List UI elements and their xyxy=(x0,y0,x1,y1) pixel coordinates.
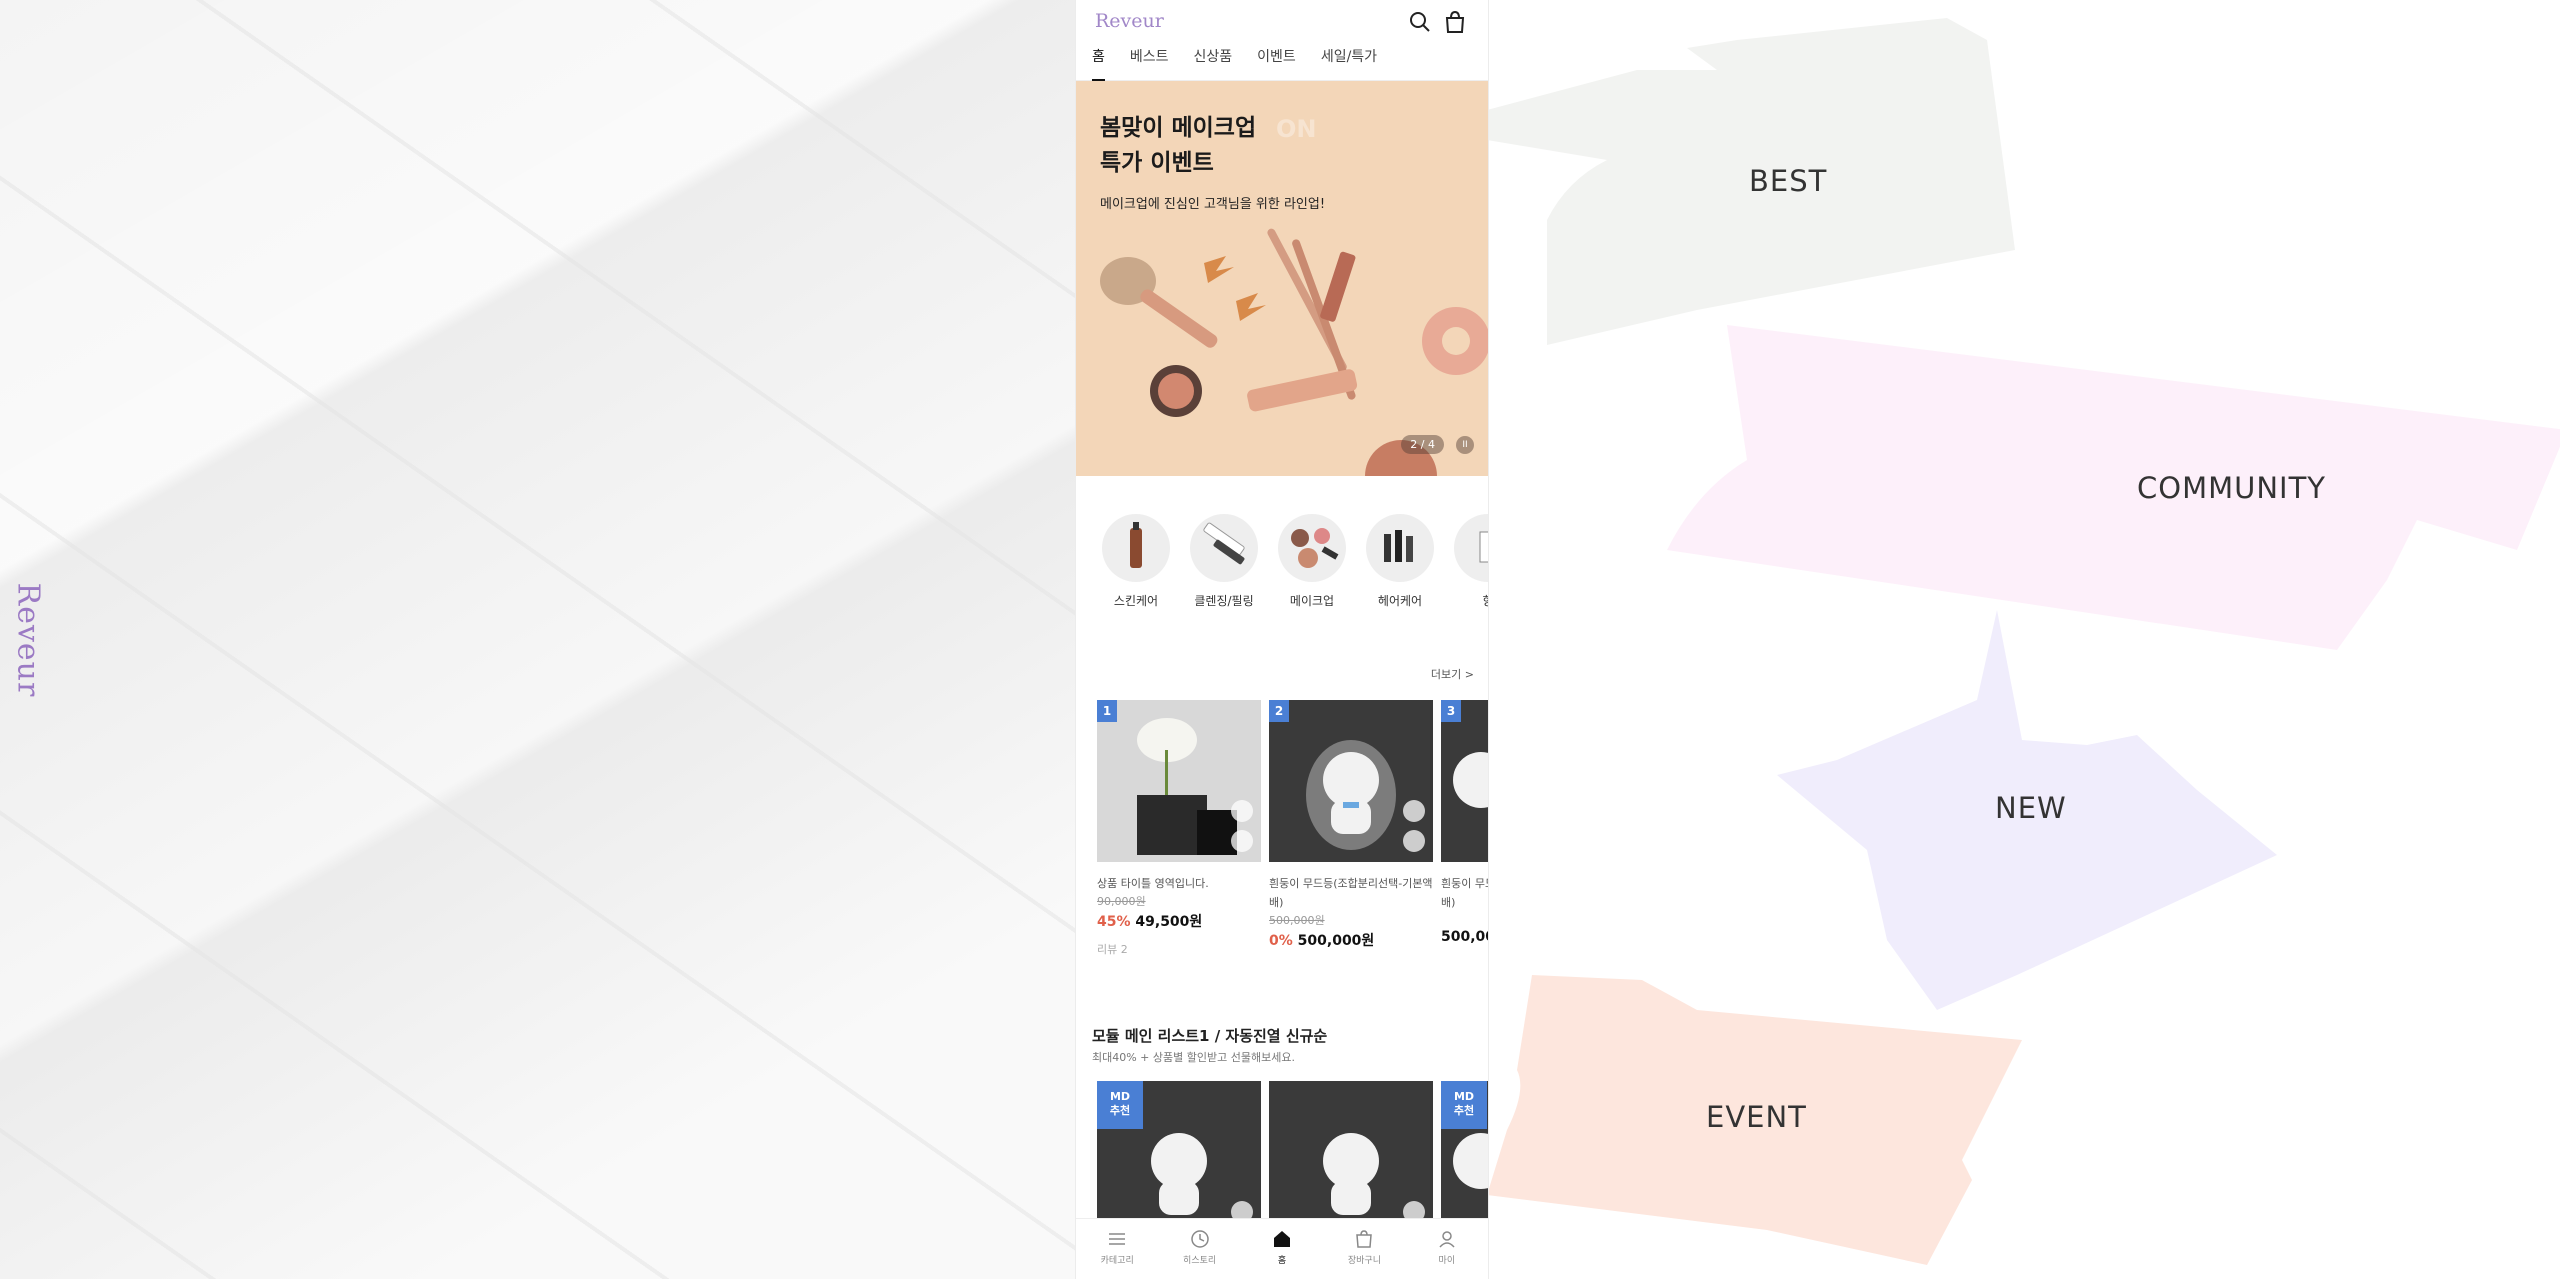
banner-pager: 2 / 4 xyxy=(1401,435,1444,454)
best-product-list: 1 상품 타이틀 영역입니다. 90,000원 45% 49,500원 리뷰 2… xyxy=(1076,700,1488,960)
section-subtitle: 최대40% + 상품별 할인받고 선물해보세요. xyxy=(1092,1051,1295,1064)
category-list: 스킨케어 클렌징/필링 메이크업 헤어케어 향 xyxy=(1076,476,1488,636)
nav-label: 홈 xyxy=(1277,1256,1287,1266)
makeup-thumb xyxy=(1278,514,1346,582)
rank-badge: 1 xyxy=(1097,700,1117,722)
search-icon[interactable] xyxy=(1409,11,1433,35)
md-badge: MD 추천 xyxy=(1097,1081,1143,1129)
product-image: 3 xyxy=(1441,700,1488,862)
product-card[interactable]: 1 상품 타이틀 영역입니다. 90,000원 45% 49,500원 리뷰 2 xyxy=(1097,700,1261,957)
rank-badge: 2 xyxy=(1269,700,1289,722)
category-skincare[interactable]: 스킨케어 xyxy=(1097,514,1175,609)
community-shape[interactable] xyxy=(1667,320,2560,660)
category-makeup[interactable]: 메이크업 xyxy=(1273,514,1351,609)
md-badge-line2: 추천 xyxy=(1453,1104,1475,1117)
md-badge-line2: 추천 xyxy=(1109,1104,1131,1117)
md-badge: MD 추천 xyxy=(1441,1081,1487,1129)
nav-home[interactable]: 홈 xyxy=(1241,1219,1323,1279)
community-label[interactable]: COMMUNITY xyxy=(2137,471,2326,505)
nav-label: 카테고리 xyxy=(1100,1256,1134,1266)
heart-icon[interactable] xyxy=(1231,800,1253,822)
banner-title-line1: 봄맞이 메이크업 xyxy=(1100,115,1257,141)
md-product-list: MD 추천 MD 추천 xyxy=(1076,1081,1488,1243)
main-tabs: 홈 베스트 신상품 이벤트 세일/특가 xyxy=(1076,44,1488,81)
more-link[interactable]: 더보기 > xyxy=(1431,666,1474,682)
sale-price: 500,000원 xyxy=(1297,933,1375,949)
haircare-thumb xyxy=(1366,514,1434,582)
nav-my[interactable]: 마이 xyxy=(1406,1219,1488,1279)
original-price: 500,000원 xyxy=(1269,914,1325,927)
nav-category[interactable]: 카테고리 xyxy=(1076,1219,1158,1279)
cart-add-icon[interactable] xyxy=(1231,830,1253,852)
banner-title-line2: 특가 이벤트 xyxy=(1100,150,1214,176)
tab-sale[interactable]: 세일/특가 xyxy=(1321,44,1377,79)
md-badge-line1: MD xyxy=(1453,1090,1475,1103)
cart-icon[interactable] xyxy=(1444,10,1468,35)
price-row: 500,000원 xyxy=(1441,926,1488,946)
cart-add-icon[interactable] xyxy=(1403,830,1425,852)
best-label[interactable]: BEST xyxy=(1749,164,1827,198)
mobile-frame: Reveur 홈 베스트 신상품 이벤트 세일/특가 ON 봄맞이 메이크업 특… xyxy=(1075,0,1489,1279)
history-icon xyxy=(1190,1230,1209,1248)
price-row: 45% 49,500원 xyxy=(1097,911,1261,931)
product-image: 2 xyxy=(1269,700,1433,862)
product-name: 흰둥이 무드등(조합분리선택-기본액배) xyxy=(1269,877,1433,909)
section-title: 모듈 메인 리스트1 / 자동진열 신규순 xyxy=(1092,1027,1328,1045)
category-label: 스킨케어 xyxy=(1113,594,1159,608)
banner-subtitle: 메이크업에 진심인 고객님을 위한 라인업! xyxy=(1100,197,1326,212)
hero-banner[interactable]: ON 봄맞이 메이크업 특가 이벤트 메이크업에 진심인 고객님을 위한 라인업… xyxy=(1076,81,1488,476)
skincare-thumb xyxy=(1102,514,1170,582)
heart-icon[interactable] xyxy=(1403,800,1425,822)
category-fragrance[interactable]: 향 xyxy=(1449,514,1488,609)
category-label: 메이크업 xyxy=(1289,594,1335,608)
sale-price: 49,500원 xyxy=(1135,914,1203,930)
nav-label: 마이 xyxy=(1438,1256,1456,1266)
cleansing-thumb xyxy=(1190,514,1258,582)
right-menu-panel: BEST COMMUNITY NEW EVENT xyxy=(1487,0,2560,1279)
banner-ghost-text: ON xyxy=(1276,115,1317,143)
tab-best[interactable]: 베스트 xyxy=(1130,44,1169,79)
user-icon xyxy=(1439,1231,1455,1248)
top-bar: Reveur xyxy=(1076,0,1488,44)
product-name: 흰둥이 무드등(조합분리선택-기본액배) xyxy=(1441,877,1488,909)
app-logo[interactable]: Reveur xyxy=(1095,10,1164,32)
review-count: 리뷰 2 xyxy=(1097,943,1128,956)
nav-label: 히스토리 xyxy=(1183,1256,1217,1266)
category-cleansing[interactable]: 클렌징/필링 xyxy=(1185,514,1263,609)
banner-title: 봄맞이 메이크업 특가 이벤트 xyxy=(1100,111,1256,181)
nav-label: 장바구니 xyxy=(1347,1256,1381,1266)
home-icon xyxy=(1274,1231,1291,1247)
category-haircare[interactable]: 헤어케어 xyxy=(1361,514,1439,609)
side-logo: Reveur xyxy=(10,582,46,698)
rank-badge: 3 xyxy=(1441,700,1461,722)
product-image: 1 xyxy=(1097,700,1261,862)
category-label: 헤어케어 xyxy=(1377,594,1423,608)
nav-cart[interactable]: 장바구니 xyxy=(1323,1219,1405,1279)
new-label[interactable]: NEW xyxy=(1995,791,2067,825)
left-background xyxy=(0,0,1075,1279)
discount-rate: 0% xyxy=(1269,933,1293,949)
menu-icon xyxy=(1109,1233,1126,1245)
md-badge-line1: MD xyxy=(1109,1090,1131,1103)
pause-icon[interactable]: II xyxy=(1456,436,1474,454)
tab-home[interactable]: 홈 xyxy=(1092,44,1105,81)
bottom-nav: 카테고리 히스토리 홈 장바구니 마이 xyxy=(1076,1218,1488,1279)
tab-new[interactable]: 신상품 xyxy=(1194,44,1233,79)
product-card[interactable]: 3 흰둥이 무드등(조합분리선택-기본액배) 500,000원 xyxy=(1441,700,1488,946)
category-label: 향 xyxy=(1449,592,1488,609)
event-label[interactable]: EVENT xyxy=(1706,1100,1807,1134)
price-row: 0% 500,000원 xyxy=(1269,930,1433,950)
discount-rate: 45% xyxy=(1097,914,1131,930)
sale-price: 500,000원 xyxy=(1441,929,1488,945)
bag-icon xyxy=(1356,1230,1373,1248)
nav-history[interactable]: 히스토리 xyxy=(1158,1219,1240,1279)
original-price: 90,000원 xyxy=(1097,895,1146,908)
fragrance-thumb xyxy=(1454,514,1488,582)
tab-event[interactable]: 이벤트 xyxy=(1257,44,1296,79)
category-label: 클렌징/필링 xyxy=(1194,594,1254,608)
product-card[interactable]: 2 흰둥이 무드등(조합분리선택-기본액배) 500,000원 0% 500,0… xyxy=(1269,700,1433,950)
product-name: 상품 타이틀 영역입니다. xyxy=(1097,877,1209,890)
